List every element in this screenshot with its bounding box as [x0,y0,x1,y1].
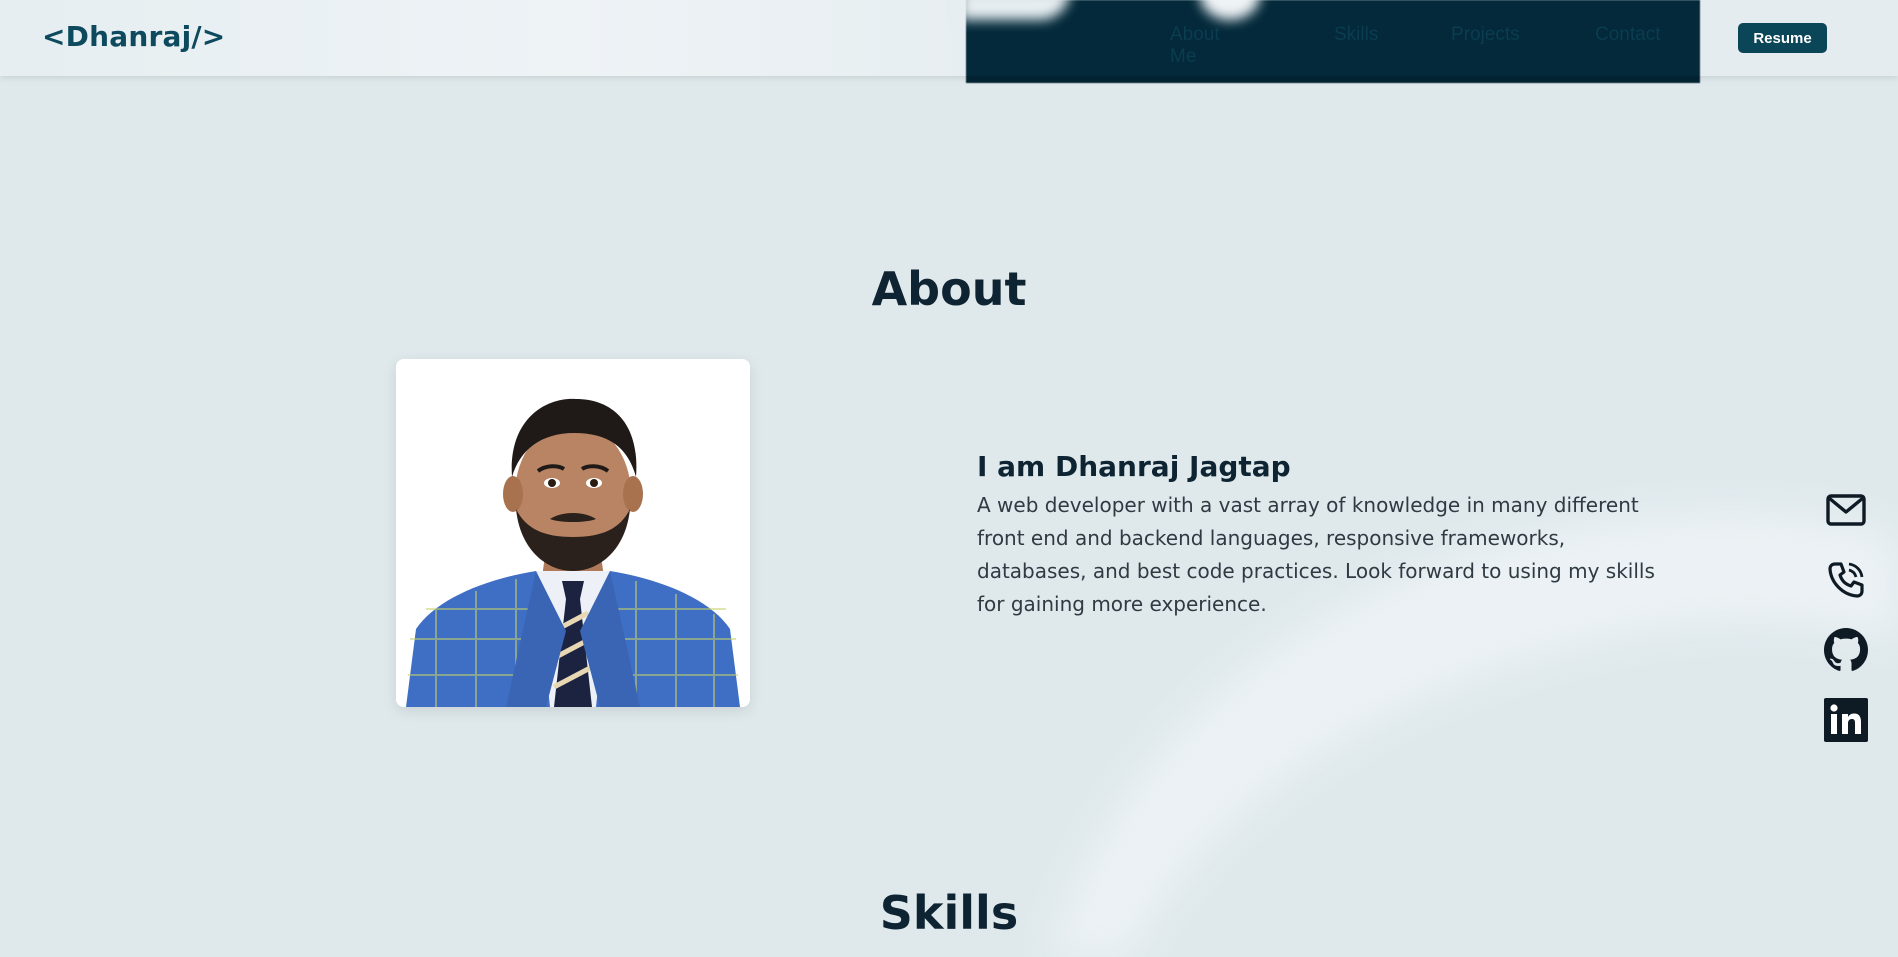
about-section-title: About [871,262,1027,316]
nav-link-contact[interactable]: Contact [1595,24,1660,46]
nav-link-skills[interactable]: Skills [1334,24,1378,46]
github-icon[interactable] [1822,626,1870,674]
skills-section-title: Skills [879,886,1019,940]
site-header: <Dhanraj/> About Me Skills Projects Cont… [0,0,1898,83]
linkedin-icon[interactable] [1822,696,1870,744]
profile-photo-illustration [396,359,750,707]
site-logo[interactable]: <Dhanraj/> [42,20,225,53]
about-text-block: I am Dhanraj Jagtap A web developer with… [977,450,1677,621]
nav-link-projects[interactable]: Projects [1451,24,1520,46]
nav-link-about-me[interactable]: About Me [1170,24,1220,68]
nav-hover-highlight [960,0,1700,83]
about-heading: I am Dhanraj Jagtap [977,450,1291,483]
mail-icon[interactable] [1822,486,1870,534]
resume-button[interactable]: Resume [1738,23,1827,53]
about-description: A web developer with a vast array of kno… [977,493,1655,616]
profile-photo [396,359,750,707]
phone-icon[interactable] [1822,556,1870,604]
